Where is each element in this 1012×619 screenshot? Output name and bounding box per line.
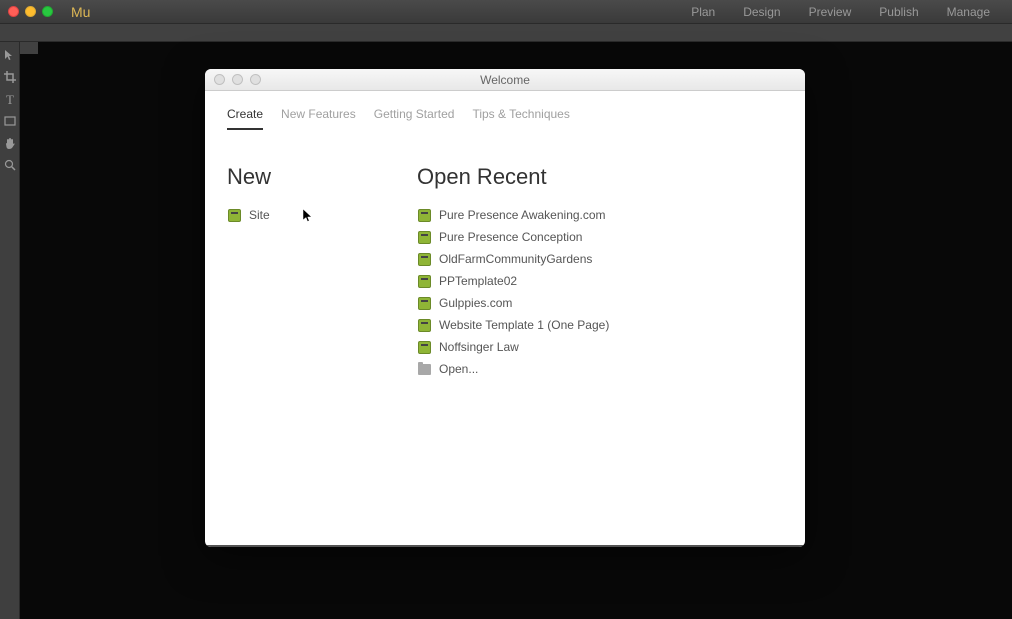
muse-file-icon (417, 318, 431, 332)
app-titlebar: Mu Plan Design Preview Publish Manage (0, 0, 1012, 24)
recent-item[interactable]: Pure Presence Awakening.com (417, 204, 783, 226)
tab-new-features[interactable]: New Features (281, 101, 356, 129)
menu-preview[interactable]: Preview (795, 1, 866, 23)
muse-file-icon (417, 340, 431, 354)
recent-item[interactable]: OldFarmCommunityGardens (417, 248, 783, 270)
open-file-label: Open... (439, 360, 478, 378)
recent-item[interactable]: Noffsinger Law (417, 336, 783, 358)
dialog-zoom-button[interactable] (250, 74, 261, 85)
minimize-window-button[interactable] (25, 6, 36, 17)
muse-file-icon (417, 296, 431, 310)
hand-tool-icon[interactable] (3, 136, 17, 150)
zoom-window-button[interactable] (42, 6, 53, 17)
dialog-window-controls (205, 74, 261, 85)
recent-item-label: Pure Presence Conception (439, 228, 582, 246)
muse-file-icon (417, 230, 431, 244)
dialog-close-button[interactable] (214, 74, 225, 85)
vertical-ruler (20, 42, 38, 54)
muse-file-icon (417, 208, 431, 222)
menu-manage[interactable]: Manage (933, 1, 1004, 23)
heading-new: New (227, 164, 417, 190)
recent-item-label: OldFarmCommunityGardens (439, 250, 592, 268)
tab-create[interactable]: Create (227, 101, 263, 129)
column-open-recent: Open Recent Pure Presence Awakening.com … (417, 164, 783, 535)
recent-item-label: Gulppies.com (439, 294, 512, 312)
dialog-tabs: Create New Features Getting Started Tips… (205, 91, 805, 130)
column-new: New Site (227, 164, 417, 535)
close-window-button[interactable] (8, 6, 19, 17)
tab-getting-started[interactable]: Getting Started (374, 101, 455, 129)
dialog-minimize-button[interactable] (232, 74, 243, 85)
rectangle-tool-icon[interactable] (3, 114, 17, 128)
recent-item[interactable]: Pure Presence Conception (417, 226, 783, 248)
tool-sidebar: T (0, 42, 20, 619)
heading-open-recent: Open Recent (417, 164, 783, 190)
dialog-content: New Site Open Recent Pure Presence Awake… (205, 130, 805, 545)
zoom-tool-icon[interactable] (3, 158, 17, 172)
tab-tips-techniques[interactable]: Tips & Techniques (472, 101, 569, 129)
menu-design[interactable]: Design (729, 1, 794, 23)
crop-tool-icon[interactable] (3, 70, 17, 84)
selection-tool-icon[interactable] (3, 48, 17, 62)
recent-item[interactable]: PPTemplate02 (417, 270, 783, 292)
recent-item-label: PPTemplate02 (439, 272, 517, 290)
window-controls (8, 6, 53, 17)
horizontal-ruler (0, 24, 1012, 42)
new-site-label: Site (249, 206, 270, 224)
muse-file-icon (417, 252, 431, 266)
open-file-item[interactable]: Open... (417, 358, 783, 380)
muse-file-icon (417, 274, 431, 288)
recent-item[interactable]: Website Template 1 (One Page) (417, 314, 783, 336)
muse-file-icon (227, 208, 241, 222)
dialog-titlebar[interactable]: Welcome (205, 69, 805, 91)
folder-icon (417, 362, 431, 376)
text-tool-icon[interactable]: T (3, 92, 17, 106)
new-site-item[interactable]: Site (227, 204, 417, 226)
dialog-title: Welcome (205, 73, 805, 87)
welcome-dialog: Welcome Create New Features Getting Star… (205, 69, 805, 547)
menu-plan[interactable]: Plan (677, 1, 729, 23)
dialog-footer: Adobe Muse Help Forums Inspire Add-ons (205, 545, 805, 547)
app-name: Mu (71, 4, 90, 20)
svg-text:T: T (6, 93, 14, 105)
recent-item-label: Pure Presence Awakening.com (439, 206, 606, 224)
top-menu: Plan Design Preview Publish Manage (677, 1, 1004, 23)
menu-publish[interactable]: Publish (865, 1, 932, 23)
recent-item-label: Website Template 1 (One Page) (439, 316, 609, 334)
recent-item[interactable]: Gulppies.com (417, 292, 783, 314)
recent-item-label: Noffsinger Law (439, 338, 519, 356)
